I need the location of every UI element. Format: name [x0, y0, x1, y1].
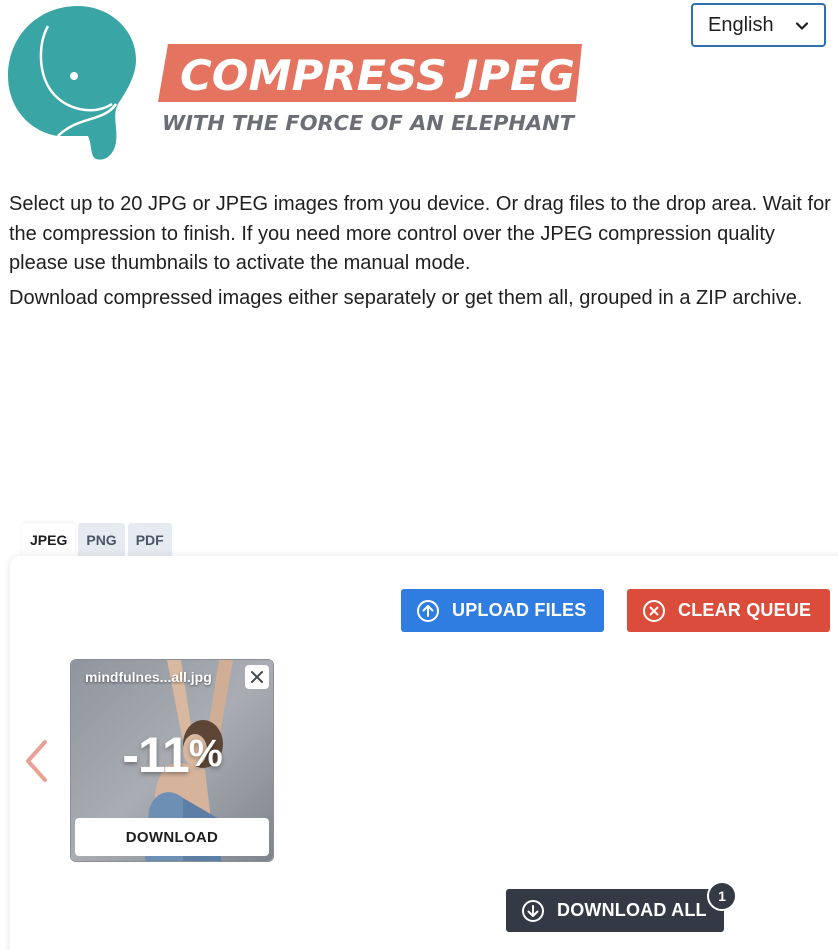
- chevron-down-icon: [795, 22, 809, 30]
- x-circle-icon: [643, 599, 665, 622]
- tab-pdf[interactable]: PDF: [127, 523, 172, 556]
- compression-percentage: -11%: [71, 726, 273, 784]
- queue-item[interactable]: mindfulnes...all.jpg -11% DOWNLOAD: [70, 659, 274, 862]
- close-icon: [251, 671, 263, 683]
- download-item-button[interactable]: DOWNLOAD: [75, 818, 269, 856]
- upload-panel[interactable]: UPLOAD FILES CLEAR QUEUE mindfulnes...al…: [10, 556, 838, 950]
- remove-item-button[interactable]: [245, 665, 269, 689]
- compression-value: -11: [122, 727, 190, 783]
- arrow-up-circle-icon: [417, 599, 439, 622]
- language-select[interactable]: English: [691, 3, 826, 47]
- logo-subtitle: WITH THE FORCE OF AN ELEPHANT: [162, 111, 575, 135]
- language-value: English: [708, 13, 774, 36]
- compression-unit: %: [188, 733, 223, 775]
- arrow-down-circle-icon: [522, 899, 544, 922]
- intro-paragraph-2: Download compressed images either separa…: [9, 286, 803, 309]
- chevron-left-icon[interactable]: [23, 739, 51, 783]
- tab-png[interactable]: PNG: [78, 523, 125, 556]
- format-tabs: JPEG PNG PDF: [22, 523, 172, 556]
- download-all-button[interactable]: DOWNLOAD ALL: [506, 889, 724, 932]
- elephant-logo-icon: COMPRESS JPEG WITH THE FORCE OF AN ELEPH…: [8, 6, 582, 160]
- clear-queue-button[interactable]: CLEAR QUEUE: [627, 589, 830, 632]
- upload-files-button[interactable]: UPLOAD FILES: [401, 589, 604, 632]
- intro-paragraph-1: Select up to 20 JPG or JPEG images from …: [9, 193, 831, 274]
- download-count-badge: 1: [707, 881, 737, 911]
- tab-jpeg[interactable]: JPEG: [22, 523, 76, 556]
- download-all-label: DOWNLOAD ALL: [557, 900, 707, 920]
- logo[interactable]: COMPRESS JPEG WITH THE FORCE OF AN ELEPH…: [8, 4, 588, 164]
- logo-title: COMPRESS JPEG: [180, 51, 575, 100]
- upload-files-label: UPLOAD FILES: [452, 600, 587, 620]
- intro-text: Select up to 20 JPG or JPEG images from …: [9, 190, 834, 313]
- clear-queue-label: CLEAR QUEUE: [678, 600, 812, 620]
- queue-item-filename: mindfulnes...all.jpg: [85, 669, 212, 685]
